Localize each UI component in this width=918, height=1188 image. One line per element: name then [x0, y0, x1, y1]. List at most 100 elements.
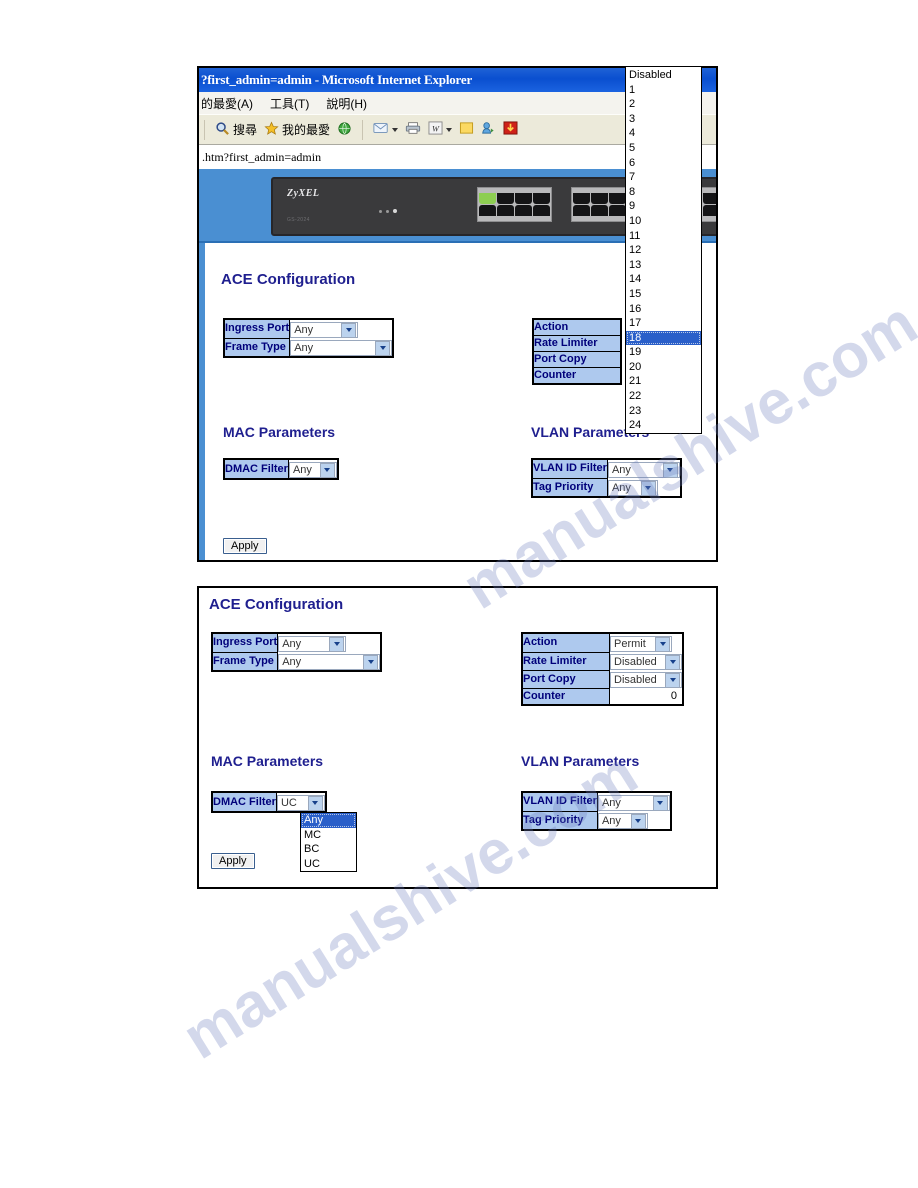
- chevron-down-icon[interactable]: [630, 813, 646, 829]
- dmac-filter-select-2[interactable]: UC: [276, 795, 325, 811]
- option-item[interactable]: 10: [626, 214, 701, 229]
- toolbar-history-button[interactable]: [337, 121, 352, 139]
- chevron-down-icon[interactable]: [375, 340, 391, 356]
- option-item[interactable]: 22: [626, 389, 701, 404]
- svg-text:W: W: [432, 124, 440, 133]
- option-item[interactable]: 3: [626, 112, 701, 127]
- option-item[interactable]: 11: [626, 229, 701, 244]
- option-item[interactable]: 5: [626, 141, 701, 156]
- dmac-filter-option-list[interactable]: Any MC BC UC: [300, 812, 357, 873]
- menu-item-favorites[interactable]: 的最愛(A): [201, 95, 253, 112]
- switch-port-active: [479, 189, 496, 204]
- chevron-down-icon[interactable]: [307, 795, 323, 811]
- counter-label: Counter: [532, 367, 622, 385]
- tag-priority-select-2[interactable]: Any: [597, 813, 648, 829]
- option-item[interactable]: 7: [626, 170, 701, 185]
- option-item[interactable]: 14: [626, 272, 701, 287]
- ingress-port-cell-2: Any: [277, 633, 382, 652]
- chevron-down-icon[interactable]: [363, 654, 379, 670]
- mac-parameters-heading-bottom: MAC Parameters: [211, 753, 324, 769]
- option-item[interactable]: 20: [626, 360, 701, 375]
- ingress-port-select-2[interactable]: Any: [278, 636, 347, 652]
- option-item[interactable]: 16: [626, 302, 701, 317]
- option-item[interactable]: 19: [626, 345, 701, 360]
- mail-icon: [373, 121, 389, 138]
- option-item[interactable]: 13: [626, 258, 701, 273]
- option-item[interactable]: 24: [626, 418, 701, 433]
- apply-button-top[interactable]: Apply: [223, 538, 267, 554]
- toolbar-messenger-button[interactable]: [481, 121, 496, 138]
- history-globe-icon: [337, 121, 352, 139]
- vlan-id-filter-value-2: Any: [601, 797, 621, 809]
- toolbar-note-button[interactable]: [459, 121, 474, 138]
- toolbar-favorites-label: 我的最愛: [282, 123, 331, 137]
- frame-type-cell: Any: [289, 338, 394, 357]
- vlan-id-filter-select-2[interactable]: Any: [597, 795, 670, 811]
- dmac-filter-cell-2: UC: [276, 792, 326, 812]
- chevron-down-icon-2[interactable]: [446, 127, 453, 132]
- rate-limiter-select[interactable]: Disabled: [610, 654, 682, 670]
- chevron-down-icon[interactable]: [665, 672, 680, 688]
- download-icon: [503, 121, 518, 138]
- toolbar-search-button[interactable]: 搜尋: [215, 121, 257, 139]
- option-item[interactable]: Disabled: [626, 68, 701, 83]
- chevron-down-icon[interactable]: [665, 654, 680, 670]
- table-row: Rate Limiter: [532, 335, 622, 352]
- dmac-filter-select[interactable]: Any: [288, 462, 337, 478]
- option-item[interactable]: 15: [626, 287, 701, 302]
- port-copy-select[interactable]: Disabled: [610, 672, 682, 688]
- frame-type-value: Any: [294, 342, 314, 354]
- frame-type-label: Frame Type: [223, 337, 291, 358]
- webui-left-rail: [199, 243, 205, 560]
- chevron-down-icon[interactable]: [662, 462, 678, 478]
- chevron-down-icon[interactable]: [640, 480, 656, 496]
- switch-port-group-1: [477, 187, 552, 222]
- menu-item-help[interactable]: 說明(H): [326, 95, 367, 112]
- option-item[interactable]: UC: [301, 857, 356, 872]
- option-item[interactable]: 17: [626, 316, 701, 331]
- option-item[interactable]: 9: [626, 199, 701, 214]
- toolbar-download-button[interactable]: [503, 121, 518, 138]
- chevron-down-icon[interactable]: [652, 795, 668, 811]
- option-item[interactable]: 12: [626, 243, 701, 258]
- frame-type-value-2: Any: [282, 656, 302, 668]
- vlan-id-filter-select[interactable]: Any: [607, 462, 680, 478]
- chevron-down-icon[interactable]: [341, 322, 357, 338]
- toolbar-edit-button[interactable]: W: [428, 121, 453, 138]
- vlan-table-bottom: VLAN ID Filter Any Tag Priority Any: [521, 791, 672, 831]
- option-item[interactable]: Any: [301, 813, 356, 828]
- option-item[interactable]: 8: [626, 185, 701, 200]
- option-item[interactable]: 18: [626, 330, 701, 346]
- option-item[interactable]: 1: [626, 83, 701, 98]
- switch-brand-label: ZyXEL: [287, 188, 320, 199]
- ace-right-table-bottom: Action Permit Rate Limiter Disabled Port…: [521, 632, 684, 706]
- table-row: Port Copy Disabled: [521, 669, 683, 689]
- ingress-port-cell: Any: [289, 319, 394, 338]
- menu-item-tools[interactable]: 工具(T): [270, 95, 309, 112]
- option-item[interactable]: 21: [626, 374, 701, 389]
- option-item[interactable]: 4: [626, 126, 701, 141]
- action-select[interactable]: Permit: [610, 636, 672, 652]
- chevron-down-icon[interactable]: [329, 636, 345, 652]
- apply-button-bottom[interactable]: Apply: [211, 853, 255, 869]
- option-item[interactable]: MC: [301, 828, 356, 843]
- toolbar-favorites-button[interactable]: 我的最愛: [264, 120, 331, 139]
- frame-type-select[interactable]: Any: [290, 340, 393, 356]
- tag-priority-cell: Any: [607, 478, 681, 497]
- option-item[interactable]: 23: [626, 404, 701, 419]
- chevron-down-icon[interactable]: [655, 636, 670, 652]
- chevron-down-icon[interactable]: [319, 462, 335, 478]
- toolbar-print-button[interactable]: [405, 121, 421, 138]
- option-item[interactable]: BC: [301, 842, 356, 857]
- ingress-port-select[interactable]: Any: [290, 322, 359, 338]
- table-row: Port Copy: [532, 351, 622, 368]
- toolbar-divider-2: [362, 119, 364, 140]
- ace-left-table-top: Ingress Port Any Frame Type Any: [223, 318, 395, 358]
- option-item[interactable]: 6: [626, 156, 701, 171]
- option-item[interactable]: 2: [626, 97, 701, 112]
- frame-type-select-2[interactable]: Any: [278, 654, 381, 670]
- ingress-port-option-list[interactable]: Disabled 1 2 3 4 5 6 7 8 9 10 11 12 13 14 15 16 17 18 19 20 2…: [625, 66, 702, 434]
- tag-priority-select[interactable]: Any: [607, 480, 658, 496]
- toolbar-mail-button[interactable]: [373, 121, 399, 138]
- chevron-down-icon[interactable]: [392, 127, 399, 132]
